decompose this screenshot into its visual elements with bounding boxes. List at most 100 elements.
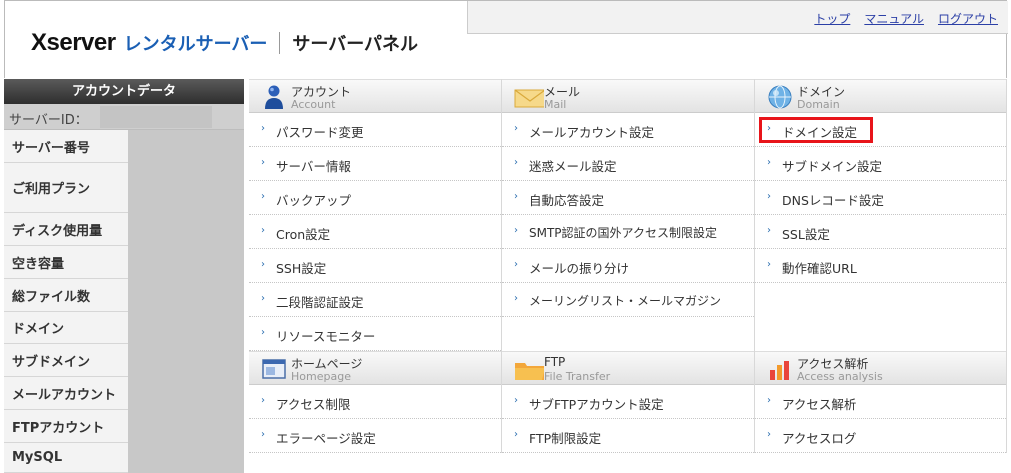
sidebar-row-ftp-account: FTPアカウント [4,410,128,443]
section-subtitle-ftp: File Transfer [544,370,611,383]
access-chart-icon [770,361,789,380]
section-subtitle-homepage: Homepage [291,370,351,383]
top-navigation: トップ マニュアル ログアウト [467,1,1008,34]
account-data-values [128,130,244,473]
menu-item-mail-account[interactable]: › メールアカウント設定 [502,113,754,147]
highlight-box [759,117,873,143]
column-mail-ftp: メール Mail › メールアカウント設定 › 迷惑メール設定 › 自動応答設定 › S… [502,79,755,453]
section-header-homepage: ホームページ Homepage [249,351,501,385]
account-data-rows: サーバー番号 ご利用プラン ディスク使用量 空き容量 総ファイル数 ドメイン サ… [4,130,244,473]
menu-item-autoresponder[interactable]: › 自動応答設定 [502,181,754,215]
menu-item-access-analysis[interactable]: › アクセス解析 [755,385,1006,419]
arrow-icon: › [514,225,518,236]
menu-item-password[interactable]: › パスワード変更 [249,113,501,147]
menu-item-access-restriction[interactable]: › アクセス制限 [249,385,501,419]
page-header: Xserver レンタルサーバー サーバーパネル トップ マニュアル ログアウト [4,0,1008,78]
section-header-ftp: FTP File Transfer [502,351,754,385]
server-id-row: サーバーID： [4,104,244,130]
menu-item-ssl[interactable]: › SSL設定 [755,215,1006,249]
menu-item-spam[interactable]: › 迷惑メール設定 [502,147,754,181]
section-subtitle-account: Account [291,98,336,111]
sidebar-title: アカウントデータ [4,79,244,104]
arrow-icon: › [261,191,265,202]
arrow-icon: › [514,429,518,440]
logo-sub: レンタルサーバー [123,34,268,55]
nav-manual-link[interactable]: マニュアル [864,10,924,27]
server-id-value [100,106,212,128]
arrow-icon: › [767,429,771,440]
empty-cell [755,283,1006,317]
menu-item-test-url[interactable]: › 動作確認URL [755,249,1006,283]
arrow-icon: › [261,225,265,236]
section-header-access-analysis: アクセス解析 Access analysis [755,351,1006,385]
server-id-label: サーバーID： [9,113,88,128]
arrow-icon: › [514,157,518,168]
arrow-icon: › [514,293,518,304]
arrow-icon: › [767,157,771,168]
menu-item-smtp-restriction[interactable]: › SMTP認証の国外アクセス制限設定 [502,215,754,249]
section-subtitle-domain: Domain [797,98,840,111]
section-header-account: アカウント Account [249,79,501,113]
arrow-icon: › [767,395,771,406]
menu-item-two-factor[interactable]: › 二段階認証設定 [249,283,501,317]
menu-item-subdomain[interactable]: › サブドメイン設定 [755,147,1006,181]
arrow-icon: › [261,123,265,134]
arrow-icon: › [261,429,265,440]
nav-logout-link[interactable]: ログアウト [938,10,998,27]
domain-globe-icon [768,85,792,109]
logo-panel: サーバーパネル [292,34,419,55]
nav-top-link[interactable]: トップ [814,10,850,27]
section-subtitle-access: Access analysis [797,370,883,383]
mail-envelope-icon [514,89,544,108]
arrow-icon: › [261,293,265,304]
menu-item-error-page[interactable]: › エラーページ設定 [249,419,501,453]
sidebar-row-domain: ドメイン [4,312,128,344]
arrow-icon: › [261,259,265,270]
arrow-icon: › [261,157,265,168]
menu-item-ssh[interactable]: › SSH設定 [249,249,501,283]
sidebar-row-total-files: 総ファイル数 [4,279,128,312]
menu-item-dns[interactable]: › DNSレコード設定 [755,181,1006,215]
menu-item-access-log[interactable]: › アクセスログ [755,419,1006,453]
empty-cell [755,317,1006,351]
column-domain-access: ドメイン Domain › ドメイン設定 › サブドメイン設定 › DNSレコード設定… [755,79,1007,453]
menu-item-domain-settings[interactable]: › ドメイン設定 [755,113,1006,147]
menu-item-mail-filter[interactable]: › メールの振り分け [502,249,754,283]
arrow-icon: › [514,259,518,270]
menu-item-resource-monitor[interactable]: › リソースモニター [249,317,501,351]
arrow-icon: › [514,123,518,134]
column-account-homepage: アカウント Account › パスワード変更 › サーバー情報 › バックアップ ›… [249,79,502,453]
arrow-icon: › [767,225,771,236]
empty-cell [502,317,754,351]
arrow-icon: › [767,191,771,202]
menu-item-ftp-restriction[interactable]: › FTP制限設定 [502,419,754,453]
sidebar-row-server-number: サーバー番号 [4,130,128,163]
sidebar-row-plan: ご利用プラン [4,163,128,213]
sidebar-row-mail-account: メールアカウント [4,377,128,410]
menu-item-sub-ftp[interactable]: › サブFTPアカウント設定 [502,385,754,419]
sidebar-row-mysql: MySQL [4,443,128,473]
arrow-icon: › [514,191,518,202]
menu-item-mailing-list[interactable]: › メーリングリスト・メールマガジン [502,283,754,317]
sidebar-row-disk-usage: ディスク使用量 [4,213,128,246]
logo-separator [279,32,281,54]
arrow-icon: › [767,259,771,270]
ftp-folder-icon [515,363,544,380]
sidebar-row-subdomain: サブドメイン [4,344,128,377]
menu-item-server-info[interactable]: › サーバー情報 [249,147,501,181]
account-data-sidebar: アカウントデータ サーバーID： サーバー番号 ご利用プラン ディスク使用量 空… [4,79,244,473]
arrow-icon: › [261,327,265,338]
arrow-icon: › [514,395,518,406]
homepage-window-icon [262,359,286,379]
section-header-domain: ドメイン Domain [755,79,1006,113]
menu-item-backup[interactable]: › バックアップ [249,181,501,215]
xserver-logo[interactable]: Xserver レンタルサーバー サーバーパネル [31,29,418,57]
account-person-icon [265,85,283,109]
section-header-mail: メール Mail [502,79,754,113]
sidebar-row-free-space: 空き容量 [4,246,128,279]
arrow-icon: › [261,395,265,406]
section-title-ftp: FTP [544,355,566,369]
menu-item-cron[interactable]: › Cron設定 [249,215,501,249]
section-subtitle-mail: Mail [544,98,567,111]
logo-brand: Xserver [31,29,116,56]
